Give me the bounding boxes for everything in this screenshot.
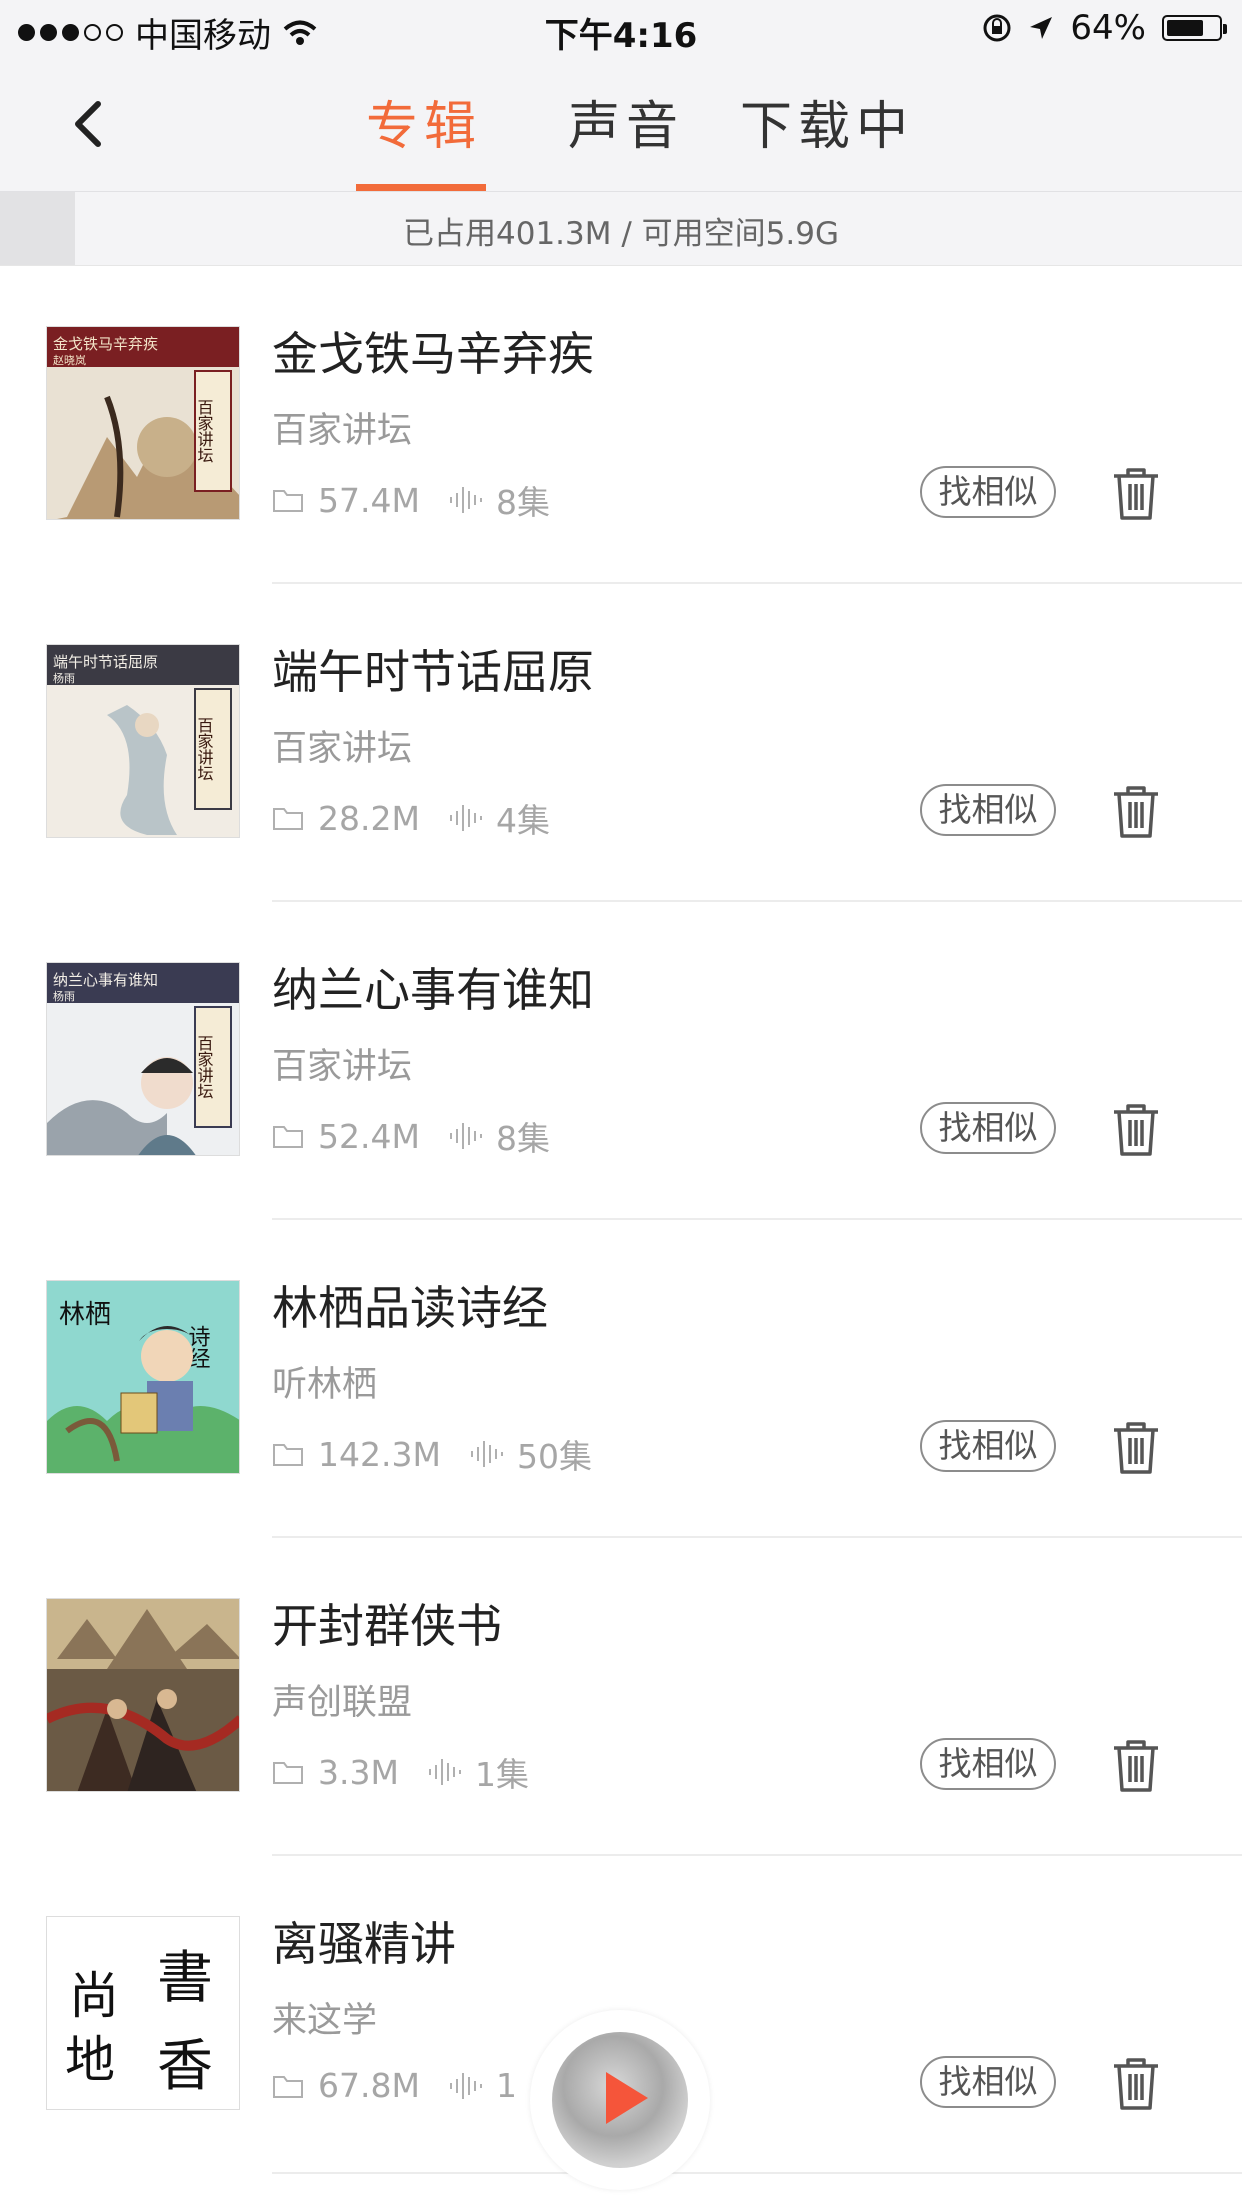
delete-icon[interactable] bbox=[1110, 1102, 1162, 1158]
find-similar-button[interactable]: 找相似 bbox=[920, 2056, 1056, 2108]
battery-percent: 64% bbox=[1070, 8, 1146, 48]
divider bbox=[272, 2172, 1242, 2174]
album-title: 端午时节话屈原 bbox=[272, 645, 594, 699]
folder-icon bbox=[273, 1444, 303, 1466]
cover-author-text: 杨雨 bbox=[53, 989, 75, 1003]
audio-wave-icon bbox=[449, 487, 482, 513]
album-size: 142.3M bbox=[318, 1434, 441, 1474]
cover-banner-text: 端午时节话屈原 bbox=[53, 653, 158, 671]
play-icon bbox=[606, 2072, 648, 2124]
folder-icon bbox=[273, 490, 303, 512]
album-meta: 57.4M 8集 bbox=[272, 476, 550, 524]
audio-wave-icon bbox=[449, 2072, 482, 2099]
status-bar: 中国移动 下午4:16 64% bbox=[0, 0, 1242, 60]
find-similar-button[interactable]: 找相似 bbox=[920, 466, 1056, 518]
audio-wave-icon bbox=[449, 1123, 482, 1149]
album-episodes: 4集 bbox=[495, 801, 550, 840]
album-size: 67.8M bbox=[318, 2066, 420, 2105]
album-title: 金戈铁马辛弃疾 bbox=[272, 327, 594, 381]
album-size: 57.4M bbox=[318, 480, 420, 520]
tab-sounds[interactable]: 声音 bbox=[568, 84, 684, 159]
album-source: 来这学 bbox=[272, 2001, 378, 2041]
status-right: 64% bbox=[982, 8, 1227, 48]
list-item[interactable]: 林栖 诗经 林栖品读诗经 听林栖 142.3M 50集 找相似 bbox=[0, 1220, 1242, 1538]
audio-wave-icon bbox=[470, 1441, 503, 1467]
cover-tag-text: 百家讲坛 bbox=[195, 1035, 214, 1099]
cover-char: 香 bbox=[157, 2034, 213, 2099]
delete-icon[interactable] bbox=[1110, 784, 1162, 840]
album-meta: 3.3M 1集 bbox=[272, 1748, 529, 1796]
album-cover[interactable]: 金戈铁马辛弃疾 赵晓岚 百家讲坛 bbox=[46, 326, 240, 520]
album-episodes: 8集 bbox=[495, 483, 550, 522]
cover-char: 尚 bbox=[69, 1967, 119, 2025]
album-source: 听林栖 bbox=[272, 1365, 378, 1405]
find-similar-button[interactable]: 找相似 bbox=[920, 1102, 1056, 1154]
album-meta: 67.8M 1 bbox=[272, 2066, 517, 2105]
storage-text: 已占用401.3M / 可用空间5.9G bbox=[403, 216, 839, 252]
battery-icon bbox=[1162, 15, 1227, 41]
folder-icon bbox=[273, 808, 303, 830]
list-item[interactable]: 开封群侠书 声创联盟 3.3M 1集 找相似 bbox=[0, 1538, 1242, 1856]
album-cover[interactable] bbox=[46, 1598, 240, 1792]
album-meta: 52.4M 8集 bbox=[272, 1112, 550, 1160]
album-episodes: 1 bbox=[495, 2066, 517, 2105]
rotation-lock-icon bbox=[983, 14, 1011, 42]
album-title: 开封群侠书 bbox=[272, 1599, 502, 1653]
tab-albums[interactable]: 专辑 bbox=[366, 84, 482, 159]
find-similar-button[interactable]: 找相似 bbox=[920, 1420, 1056, 1472]
location-arrow-icon bbox=[1030, 17, 1053, 39]
album-size: 52.4M bbox=[318, 1116, 420, 1156]
find-similar-button[interactable]: 找相似 bbox=[920, 784, 1056, 836]
album-source: 百家讲坛 bbox=[272, 729, 413, 769]
delete-icon[interactable] bbox=[1110, 1420, 1162, 1476]
nav-bar: 专辑 声音 下载中 bbox=[0, 60, 1242, 192]
album-size: 28.2M bbox=[318, 798, 420, 838]
tab-downloading[interactable]: 下载中 bbox=[740, 84, 914, 159]
album-cover[interactable]: 林栖 诗经 bbox=[46, 1280, 240, 1474]
list-item[interactable]: 端午时节话屈原 杨雨 百家讲坛 端午时节话屈原 百家讲坛 28.2M 4集 找相… bbox=[0, 584, 1242, 902]
cover-banner-text: 金戈铁马辛弃疾 bbox=[53, 335, 158, 353]
folder-icon bbox=[273, 1762, 303, 1784]
list-item[interactable]: 纳兰心事有谁知 杨雨 百家讲坛 纳兰心事有谁知 百家讲坛 52.4M 8集 找相… bbox=[0, 902, 1242, 1220]
cover-char: 書 bbox=[157, 1946, 213, 2011]
album-source: 百家讲坛 bbox=[272, 411, 413, 451]
audio-wave-icon bbox=[449, 805, 482, 831]
cover-banner-text: 纳兰心事有谁知 bbox=[53, 971, 158, 989]
mini-player-button[interactable] bbox=[530, 2010, 710, 2190]
album-title: 离骚精讲 bbox=[272, 1917, 456, 1971]
album-episodes: 8集 bbox=[495, 1119, 550, 1158]
list-item[interactable]: 金戈铁马辛弃疾 赵晓岚 百家讲坛 金戈铁马辛弃疾 百家讲坛 57.4M 8集 找… bbox=[0, 266, 1242, 584]
album-title: 纳兰心事有谁知 bbox=[272, 963, 594, 1017]
album-cover[interactable]: 端午时节话屈原 杨雨 百家讲坛 bbox=[46, 644, 240, 838]
find-similar-button[interactable]: 找相似 bbox=[920, 1738, 1056, 1790]
album-episodes: 50集 bbox=[516, 1437, 592, 1476]
folder-icon bbox=[273, 1126, 303, 1148]
cover-char: 地 bbox=[65, 2031, 115, 2089]
audio-wave-icon bbox=[428, 1759, 461, 1785]
folder-icon bbox=[273, 2075, 303, 2098]
delete-icon[interactable] bbox=[1110, 1738, 1162, 1794]
delete-icon[interactable] bbox=[1110, 2056, 1162, 2112]
cover-author-text: 赵晓岚 bbox=[53, 353, 86, 367]
cover-tag-text: 百家讲坛 bbox=[195, 399, 214, 463]
album-title: 林栖品读诗经 bbox=[272, 1281, 548, 1335]
delete-icon[interactable] bbox=[1110, 466, 1162, 522]
back-button[interactable] bbox=[60, 94, 120, 154]
album-cover[interactable]: 書 尚 香 地 bbox=[46, 1916, 240, 2110]
cover-author-text: 杨雨 bbox=[53, 671, 75, 685]
album-size: 3.3M bbox=[318, 1752, 399, 1792]
cover-text-left: 林栖 bbox=[59, 1300, 111, 1330]
album-source: 百家讲坛 bbox=[272, 1047, 413, 1087]
album-meta: 142.3M 50集 bbox=[272, 1430, 592, 1478]
storage-bar: 已占用401.3M / 可用空间5.9G bbox=[0, 192, 1242, 266]
album-meta: 28.2M 4集 bbox=[272, 794, 550, 842]
active-tab-indicator bbox=[356, 184, 486, 191]
album-episodes: 1集 bbox=[474, 1755, 529, 1794]
album-cover[interactable]: 纳兰心事有谁知 杨雨 百家讲坛 bbox=[46, 962, 240, 1156]
album-source: 声创联盟 bbox=[272, 1683, 413, 1723]
cover-tag-text: 百家讲坛 bbox=[195, 717, 214, 781]
